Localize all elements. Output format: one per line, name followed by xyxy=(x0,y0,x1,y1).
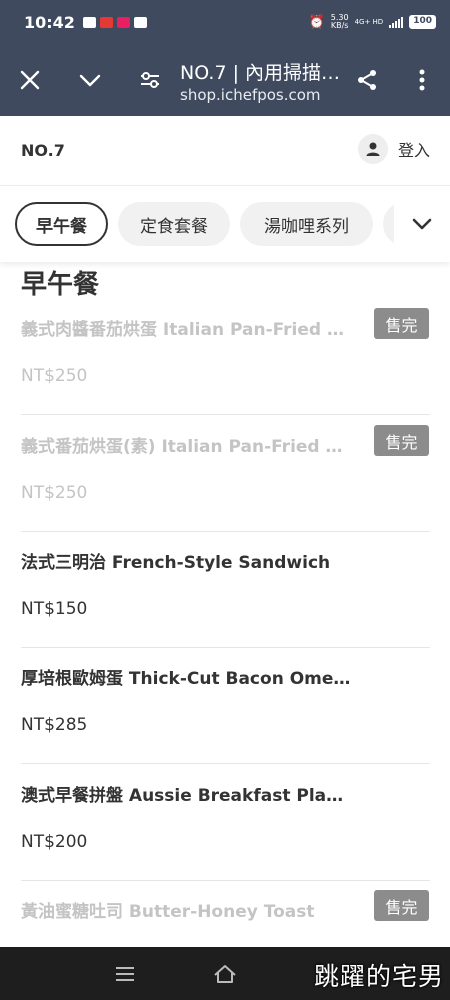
chevron-down-icon xyxy=(412,218,432,230)
network-type: 4G+ HD xyxy=(354,18,384,26)
share-icon[interactable] xyxy=(345,58,389,102)
menu-item[interactable]: 厚培根歐姆蛋 Thick-Cut Bacon Omelette NT$285 xyxy=(21,647,430,764)
section-title: 早午餐 xyxy=(21,270,100,300)
login-button[interactable]: 登入 xyxy=(357,134,430,164)
category-tabs: 早午餐 定食套餐 湯咖哩系列 炸 xyxy=(0,186,450,262)
signal-icon xyxy=(389,16,404,28)
network-speed-unit: KB/s xyxy=(330,21,349,30)
shop-name[interactable]: NO.7 xyxy=(21,141,65,160)
sold-out-badge: 售完 xyxy=(374,425,429,456)
item-name: 法式三明治 French-Style Sandwich xyxy=(21,553,331,573)
login-label[interactable]: 登入 xyxy=(398,137,430,161)
browser-toolbar: NO.7 | 內用掃描點餐 shop.ichefpos.com xyxy=(0,44,450,116)
watermark: 跳躍的宅男 xyxy=(313,962,444,991)
close-icon[interactable] xyxy=(8,58,52,102)
mail-notification-icon xyxy=(82,16,96,28)
item-name: 厚培根歐姆蛋 Thick-Cut Bacon Omelette xyxy=(21,669,351,689)
item-price: NT$200 xyxy=(21,832,88,852)
shop-notification-icon xyxy=(116,16,130,28)
item-price: NT$285 xyxy=(21,715,88,735)
chevron-down-icon[interactable] xyxy=(68,58,112,102)
item-name: 澳式早餐拼盤 Aussie Breakfast Platter xyxy=(21,786,351,806)
item-name: 義式肉醬番茄烘蛋 Italian Pan-Fried Omelette xyxy=(21,320,351,340)
item-price: NT$250 xyxy=(21,366,88,386)
item-price: NT$250 xyxy=(21,483,88,503)
network-speed: 5.30 KB/s xyxy=(331,14,349,30)
status-bar: 10:42 ⏰ 5.30 KB/s 4G+ HD 100 xyxy=(0,0,450,44)
app-notification-icon xyxy=(99,16,113,28)
site-settings-icon[interactable] xyxy=(128,58,172,102)
tab-set-meal[interactable]: 定食套餐 xyxy=(118,202,230,246)
page-url[interactable]: shop.ichefpos.com xyxy=(180,86,321,104)
tab-brunch[interactable]: 早午餐 xyxy=(15,202,108,246)
menu-item[interactable]: 法式三明治 French-Style Sandwich NT$150 xyxy=(21,531,430,648)
home-icon[interactable] xyxy=(210,959,240,989)
menu-item[interactable]: 義式肉醬番茄烘蛋 Italian Pan-Fried Omelette NT$2… xyxy=(21,298,430,415)
shop-header: NO.7 登入 xyxy=(0,116,450,186)
sold-out-badge: 售完 xyxy=(374,308,429,339)
item-price: NT$150 xyxy=(21,599,88,619)
menu-item[interactable]: 義式番茄烘蛋(素) Italian Pan-Fried Omelette NT$… xyxy=(21,415,430,532)
page-title[interactable]: NO.7 | 內用掃描點餐 xyxy=(180,58,345,85)
item-name: 黃油蜜糖吐司 Butter-Honey Toast xyxy=(21,902,315,922)
item-name: 義式番茄烘蛋(素) Italian Pan-Fried Omelette xyxy=(21,437,351,457)
user-icon[interactable] xyxy=(357,134,388,164)
alarm-icon: ⏰ xyxy=(308,14,325,30)
sold-out-badge: 售完 xyxy=(374,890,429,921)
menu-item[interactable]: 澳式早餐拼盤 Aussie Breakfast Platter NT$200 xyxy=(21,764,430,881)
menu-icon[interactable] xyxy=(110,959,140,989)
more-vert-icon[interactable] xyxy=(400,58,444,102)
tabs-expand-button[interactable] xyxy=(394,196,450,252)
status-time: 10:42 xyxy=(24,12,75,32)
message-notification-icon xyxy=(133,16,147,28)
tab-soup-curry[interactable]: 湯咖哩系列 xyxy=(240,202,373,246)
battery-indicator: 100 xyxy=(409,15,436,29)
